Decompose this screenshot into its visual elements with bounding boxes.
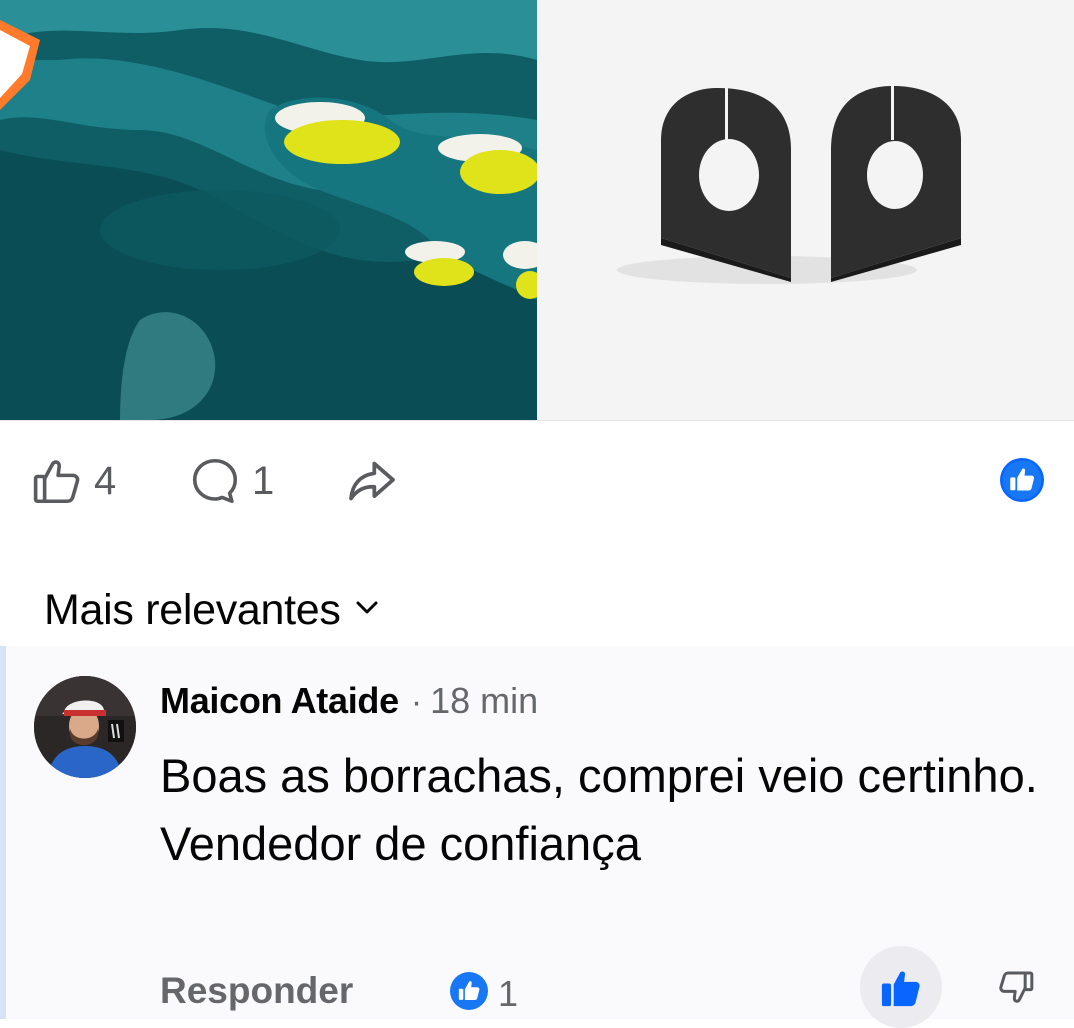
comment-like-button[interactable] xyxy=(860,946,942,1028)
comment-header: Maicon Ataide · 18 min xyxy=(160,680,538,722)
post-image-left[interactable] xyxy=(0,0,547,420)
avatar[interactable] xyxy=(34,676,136,778)
divider xyxy=(0,420,1074,421)
comment-actions: Responder 1 xyxy=(160,946,1074,1028)
reply-button[interactable]: Responder xyxy=(160,970,353,1012)
comment-button[interactable]: 1 xyxy=(188,445,274,517)
comment-bubble-icon xyxy=(188,454,242,508)
thumbs-down-icon xyxy=(996,971,1036,1012)
comment-text: Boas as borrachas, comprei veio certinho… xyxy=(160,749,1038,870)
post-image-grid xyxy=(0,0,1074,420)
comment-reaction-count: 1 xyxy=(498,972,519,1014)
share-button[interactable] xyxy=(344,445,400,517)
comment-sort-dropdown[interactable]: Mais relevantes xyxy=(44,586,379,635)
like-reaction-icon xyxy=(450,972,488,1015)
comment-time[interactable]: 18 min xyxy=(430,680,538,722)
comment-reactions[interactable]: 1 xyxy=(450,972,518,1015)
chevron-down-icon xyxy=(355,600,379,621)
comment-dislike-button[interactable] xyxy=(996,968,1036,1013)
like-count: 4 xyxy=(94,458,117,503)
comment-author[interactable]: Maicon Ataide xyxy=(160,680,399,722)
like-reaction-badge-icon[interactable] xyxy=(1000,458,1044,502)
sort-label: Mais relevantes xyxy=(44,586,341,634)
like-button[interactable]: 4 xyxy=(30,445,116,517)
comment-count: 1 xyxy=(252,458,275,503)
post-action-bar: 4 1 xyxy=(0,445,1074,517)
separator-dot: · xyxy=(410,683,423,721)
share-arrow-icon xyxy=(344,453,400,509)
post-image-right[interactable] xyxy=(537,0,1074,420)
thumbs-up-outline-icon xyxy=(30,454,84,508)
